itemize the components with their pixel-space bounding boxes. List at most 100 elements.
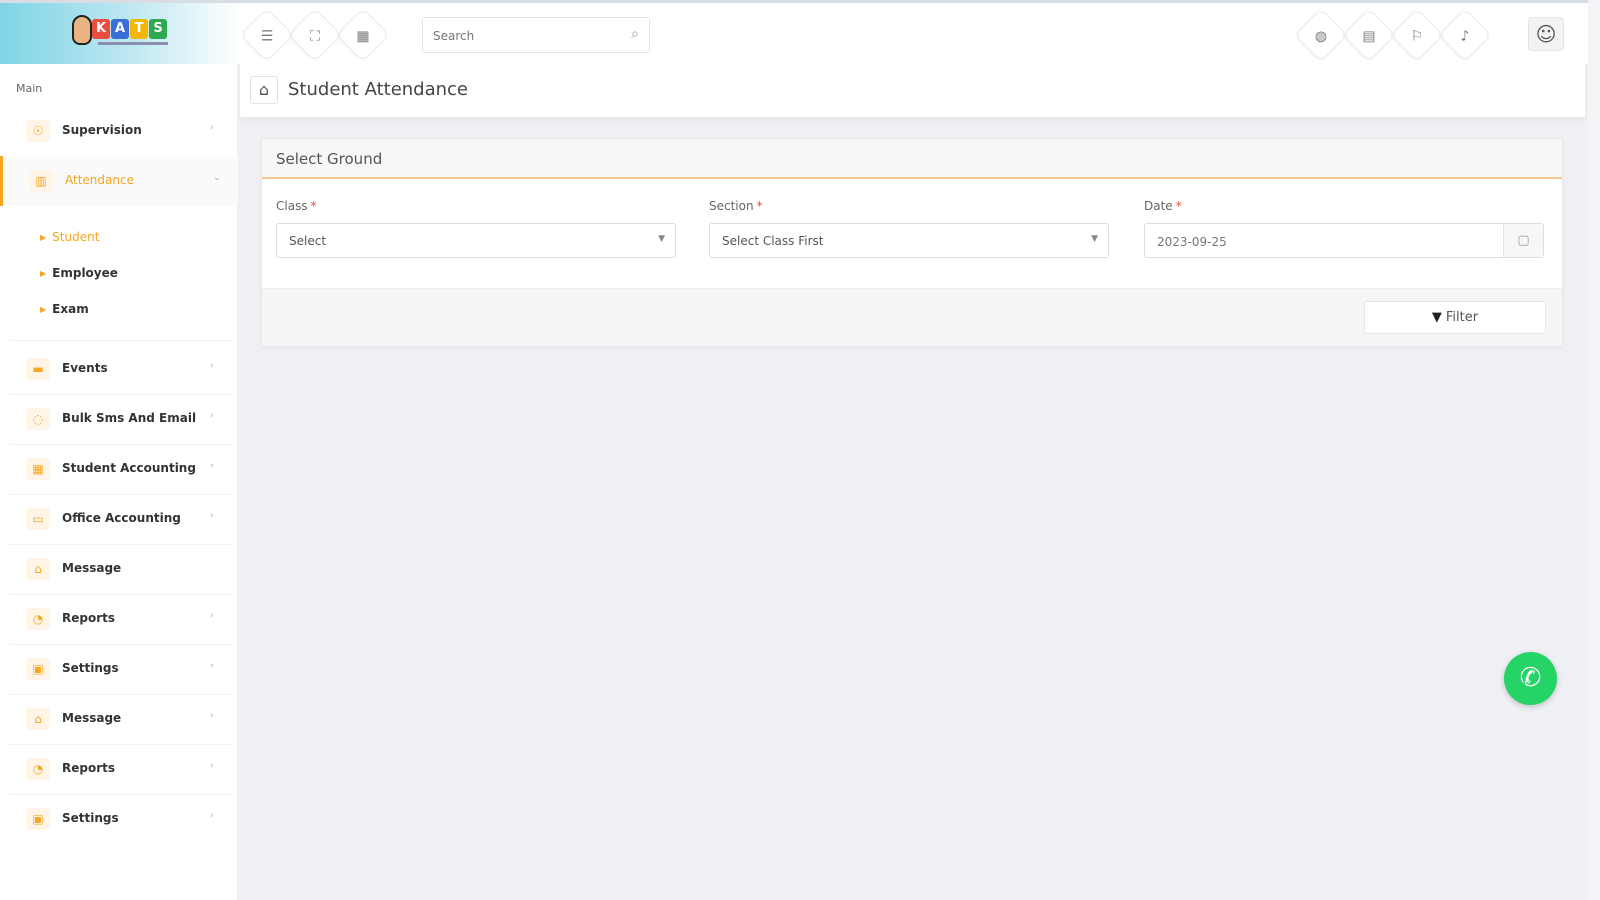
attendance-icon: ▥ [29, 170, 53, 192]
sidebar-item-office-accounting[interactable]: ▭ Office Accounting › [0, 494, 238, 544]
search-input[interactable] [433, 26, 613, 46]
class-label-text: Class [276, 199, 308, 213]
filter-icon: ▼ [1431, 310, 1442, 325]
required-marker: * [756, 199, 763, 213]
sidebar-item-reports[interactable]: ◔ Reports › [0, 594, 238, 644]
bullet-icon: ▶ [40, 305, 47, 314]
flag-icon: ⚐ [1410, 28, 1424, 45]
reports-icon: ◔ [26, 758, 50, 780]
home-button[interactable]: ⌂ [250, 76, 278, 104]
flag-button[interactable]: ⚐ [1390, 8, 1444, 62]
sidebar-item-settings[interactable]: ▣ Settings › [0, 644, 238, 694]
sidebar-item-message-2[interactable]: ⌂ Message › [0, 694, 238, 744]
sidebar: Main ☉ Supervision › ▥ Attendance ⌄ ▶ Stu… [0, 64, 238, 900]
sidebar-subitem-employee[interactable]: ▶ Employee [40, 266, 118, 280]
globe-icon: ◍ [1314, 28, 1328, 45]
user-avatar[interactable]: ☺ [1528, 17, 1564, 51]
logo-letter: T [130, 19, 148, 39]
sidebar-item-label: Message [62, 711, 122, 725]
apps-grid-button[interactable]: ▦ [336, 8, 390, 62]
sidebar-heading: Main [16, 82, 43, 95]
logo-mascot [72, 15, 92, 45]
settings-icon: ▣ [26, 658, 50, 680]
class-select-value: Select [289, 234, 327, 248]
sidebar-item-reports-2[interactable]: ◔ Reports › [0, 744, 238, 794]
fullscreen-button[interactable]: ⛶ [288, 8, 342, 62]
bell-icon: ◌ [26, 408, 50, 430]
home-icon: ⌂ [258, 80, 270, 99]
calendar-icon[interactable]: ▢ [1503, 224, 1543, 257]
calendar-button[interactable]: ▤ [1342, 8, 1396, 62]
language-button[interactable]: ◍ [1294, 8, 1348, 62]
section-label-text: Section [709, 199, 754, 213]
chevron-right-icon: › [210, 511, 214, 521]
events-icon: ▬ [26, 358, 50, 380]
page-header: ⌂ Student Attendance [240, 64, 1585, 118]
filter-button[interactable]: ▼ Filter [1364, 301, 1546, 334]
required-marker: * [310, 199, 317, 213]
message-icon: ⌂ [26, 558, 50, 580]
select-ground-card: Select Ground Class * Select ▼ Section * S… [261, 138, 1563, 347]
chevron-right-icon: › [210, 761, 214, 771]
chevron-right-icon: › [210, 461, 214, 471]
page-title: Student Attendance [288, 79, 469, 100]
date-label: Date * [1144, 199, 1182, 213]
chevron-right-icon: › [210, 361, 214, 371]
sidebar-item-student-accounting[interactable]: ▦ Student Accounting › [0, 444, 238, 494]
settings-icon: ▣ [26, 808, 50, 830]
search-icon[interactable]: ⌕ [631, 26, 639, 42]
bell-icon: ♪ [1460, 28, 1470, 45]
section-label: Section * [709, 199, 763, 213]
sidebar-subitem-label: Exam [52, 302, 89, 316]
date-input[interactable] [1157, 233, 1487, 251]
chevron-down-icon: ⌄ [213, 173, 221, 183]
grid-icon: ▦ [356, 28, 370, 45]
sidebar-subitem-student[interactable]: ▶ Student [40, 230, 99, 244]
sidebar-item-bulk-sms-email[interactable]: ◌ Bulk Sms And Email › [0, 394, 238, 444]
sidebar-item-label: Student Accounting [62, 461, 196, 475]
sidebar-item-message[interactable]: ⌂ Message [0, 544, 238, 594]
sidebar-item-events[interactable]: ▬ Events › [0, 344, 238, 394]
card-header: Select Ground [262, 139, 1562, 179]
sidebar-item-label: Bulk Sms And Email [62, 411, 197, 425]
logo-letter: K [92, 19, 110, 39]
sidebar-item-label: Events [62, 361, 108, 375]
sidebar-item-supervision[interactable]: ☉ Supervision › [0, 106, 238, 156]
whatsapp-chat-button[interactable]: ✆ [1504, 652, 1557, 705]
chevron-right-icon: › [210, 811, 214, 821]
user-icon: ☺ [1535, 22, 1557, 46]
logo-letter: A [111, 19, 129, 39]
sidebar-subitem-label: Student [52, 230, 100, 244]
date-field: ▢ [1144, 223, 1544, 258]
sidebar-item-label: Office Accounting [62, 511, 181, 525]
divider [10, 340, 232, 341]
menu-icon: ☰ [260, 28, 274, 45]
sidebar-subitem-label: Employee [52, 266, 118, 280]
menu-toggle-button[interactable]: ☰ [240, 8, 294, 62]
chevron-right-icon: › [210, 411, 214, 421]
chevron-right-icon: › [210, 711, 214, 721]
sidebar-item-settings-2[interactable]: ▣ Settings › [0, 794, 238, 844]
chevron-right-icon: › [210, 611, 214, 621]
card-footer: ▼ Filter [262, 288, 1562, 346]
required-marker: * [1175, 199, 1182, 213]
scrollbar-track[interactable] [1588, 0, 1600, 900]
bullet-icon: ▶ [40, 233, 47, 242]
whatsapp-icon: ✆ [1519, 663, 1542, 693]
section-select[interactable]: Select Class First ▼ [709, 223, 1109, 258]
sidebar-item-attendance[interactable]: ▥ Attendance ⌄ [0, 156, 238, 206]
school-logo[interactable]: K A T S [70, 11, 174, 55]
logo-letter: S [149, 19, 167, 39]
class-select[interactable]: Select ▼ [276, 223, 676, 258]
section-select-value: Select Class First [722, 234, 824, 248]
filter-button-label: Filter [1445, 310, 1479, 325]
class-label: Class * [276, 199, 317, 213]
sidebar-item-label: Reports [62, 611, 116, 625]
card-title: Select Ground [276, 150, 383, 168]
notifications-button[interactable]: ♪ [1438, 8, 1492, 62]
sidebar-subitem-exam[interactable]: ▶ Exam [40, 302, 89, 316]
sidebar-item-label: Message [62, 561, 122, 575]
accounting-icon: ▦ [26, 458, 50, 480]
reports-icon: ◔ [26, 608, 50, 630]
calendar-icon: ▤ [1362, 28, 1376, 45]
